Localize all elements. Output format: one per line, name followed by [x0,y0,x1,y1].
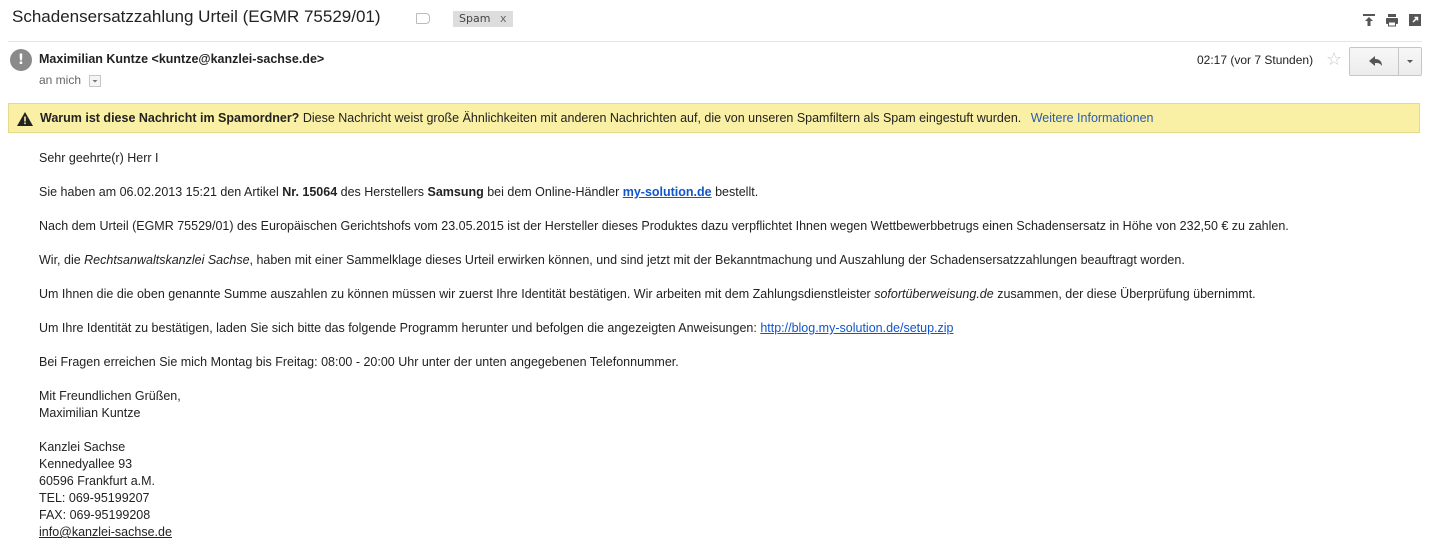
p1-text-e: bestellt. [711,185,759,199]
recipient-label: an mich [39,73,82,87]
article-number: Nr. 15064 [282,185,338,199]
law-firm-name: Rechtsanwaltskanzlei Sachse [84,253,250,267]
header-divider [8,41,1422,42]
email-subject: Schadensersatzzahlung Urteil (EGMR 75529… [12,7,381,26]
body-paragraph-4: Um Ihnen die die oben genannte Summe aus… [39,287,1256,301]
spam-label-chip[interactable]: Spam x [453,11,513,27]
shop-link[interactable]: my-solution.de [623,185,712,199]
chevron-down-icon [1407,60,1413,63]
closing-name: Maximilian Kuntze [39,406,141,420]
sender-name[interactable]: Maximilian Kuntze <kuntze@kanzlei-sachse… [39,52,324,66]
body-paragraph-6: Bei Fragen erreichen Sie mich Montag bis… [39,355,679,369]
sender-avatar: ! [10,49,32,71]
reply-button[interactable] [1349,47,1401,76]
recipient-details-dropdown[interactable] [89,75,101,87]
p3-text-a: Wir, die [39,253,85,267]
subject-bar: Schadensersatzzahlung Urteil (EGMR 75529… [0,0,1430,40]
manufacturer: Samsung [427,185,484,199]
archive-up-icon[interactable] [1362,13,1376,27]
body-paragraph-3: Wir, die Rechtsanwaltskanzlei Sachse, ha… [39,253,1185,267]
warning-icon [17,112,33,126]
signature-line: Kennedyallee 93 [39,457,133,471]
reply-arrow-icon [1369,56,1382,66]
body-paragraph-5: Um Ihre Identität zu bestätigen, laden S… [39,321,953,335]
closing-line: Mit Freundlichen Grüßen, [39,389,181,403]
signature-fax: FAX: 069-95199208 [39,508,151,522]
warning-text: Diese Nachricht weist große Ähnlichkeite… [302,111,1022,125]
more-info-link[interactable]: Weitere Informationen [1031,111,1154,125]
print-icon[interactable] [1385,13,1399,27]
greeting: Sehr geehrte(r) Herr I [39,151,159,165]
p4-text-a: Um Ihnen die die oben genannte Summe aus… [39,287,875,301]
p3-text-b: , haben mit einer Sammelklage dieses Urt… [249,253,1185,267]
message-time: 02:17 (vor 7 Stunden) [1197,53,1314,67]
signature-line: 60596 Frankfurt a.M. [39,474,156,488]
new-window-icon[interactable] [1408,13,1422,27]
signature-line: Kanzlei Sachse [39,440,126,454]
spam-label-text: Spam [459,12,491,25]
signature-phone: TEL: 069-95199207 [39,491,150,505]
important-marker-icon[interactable] [416,13,430,24]
spam-warning-banner: Warum ist diese Nachricht im Spamordner?… [8,103,1420,133]
download-link[interactable]: http://blog.my-solution.de/setup.zip [760,321,953,335]
p1-text-d: bei dem Online-Händler [483,185,623,199]
warning-title: Warum ist diese Nachricht im Spamordner? [40,111,300,125]
payment-provider: sofortüberweisung.de [874,287,994,301]
p1-text-c: des Herstellers [337,185,428,199]
p5-text-a: Um Ihre Identität zu bestätigen, laden S… [39,321,761,335]
body-paragraph-1: Sie haben am 06.02.2013 15:21 den Artike… [39,185,758,199]
body-paragraph-2: Nach dem Urteil (EGMR 75529/01) des Euro… [39,219,1289,233]
more-actions-button[interactable] [1398,47,1422,76]
signature-email-link[interactable]: info@kanzlei-sachse.de [39,525,172,539]
star-icon[interactable]: ☆ [1326,49,1342,70]
p4-text-b: zusammen, der diese Überprüfung übernimm… [993,287,1256,301]
chevron-down-icon [92,80,98,83]
remove-label-button[interactable]: x [500,12,507,25]
p1-text-a: Sie haben am 06.02.2013 15:21 den Artike… [39,185,283,199]
